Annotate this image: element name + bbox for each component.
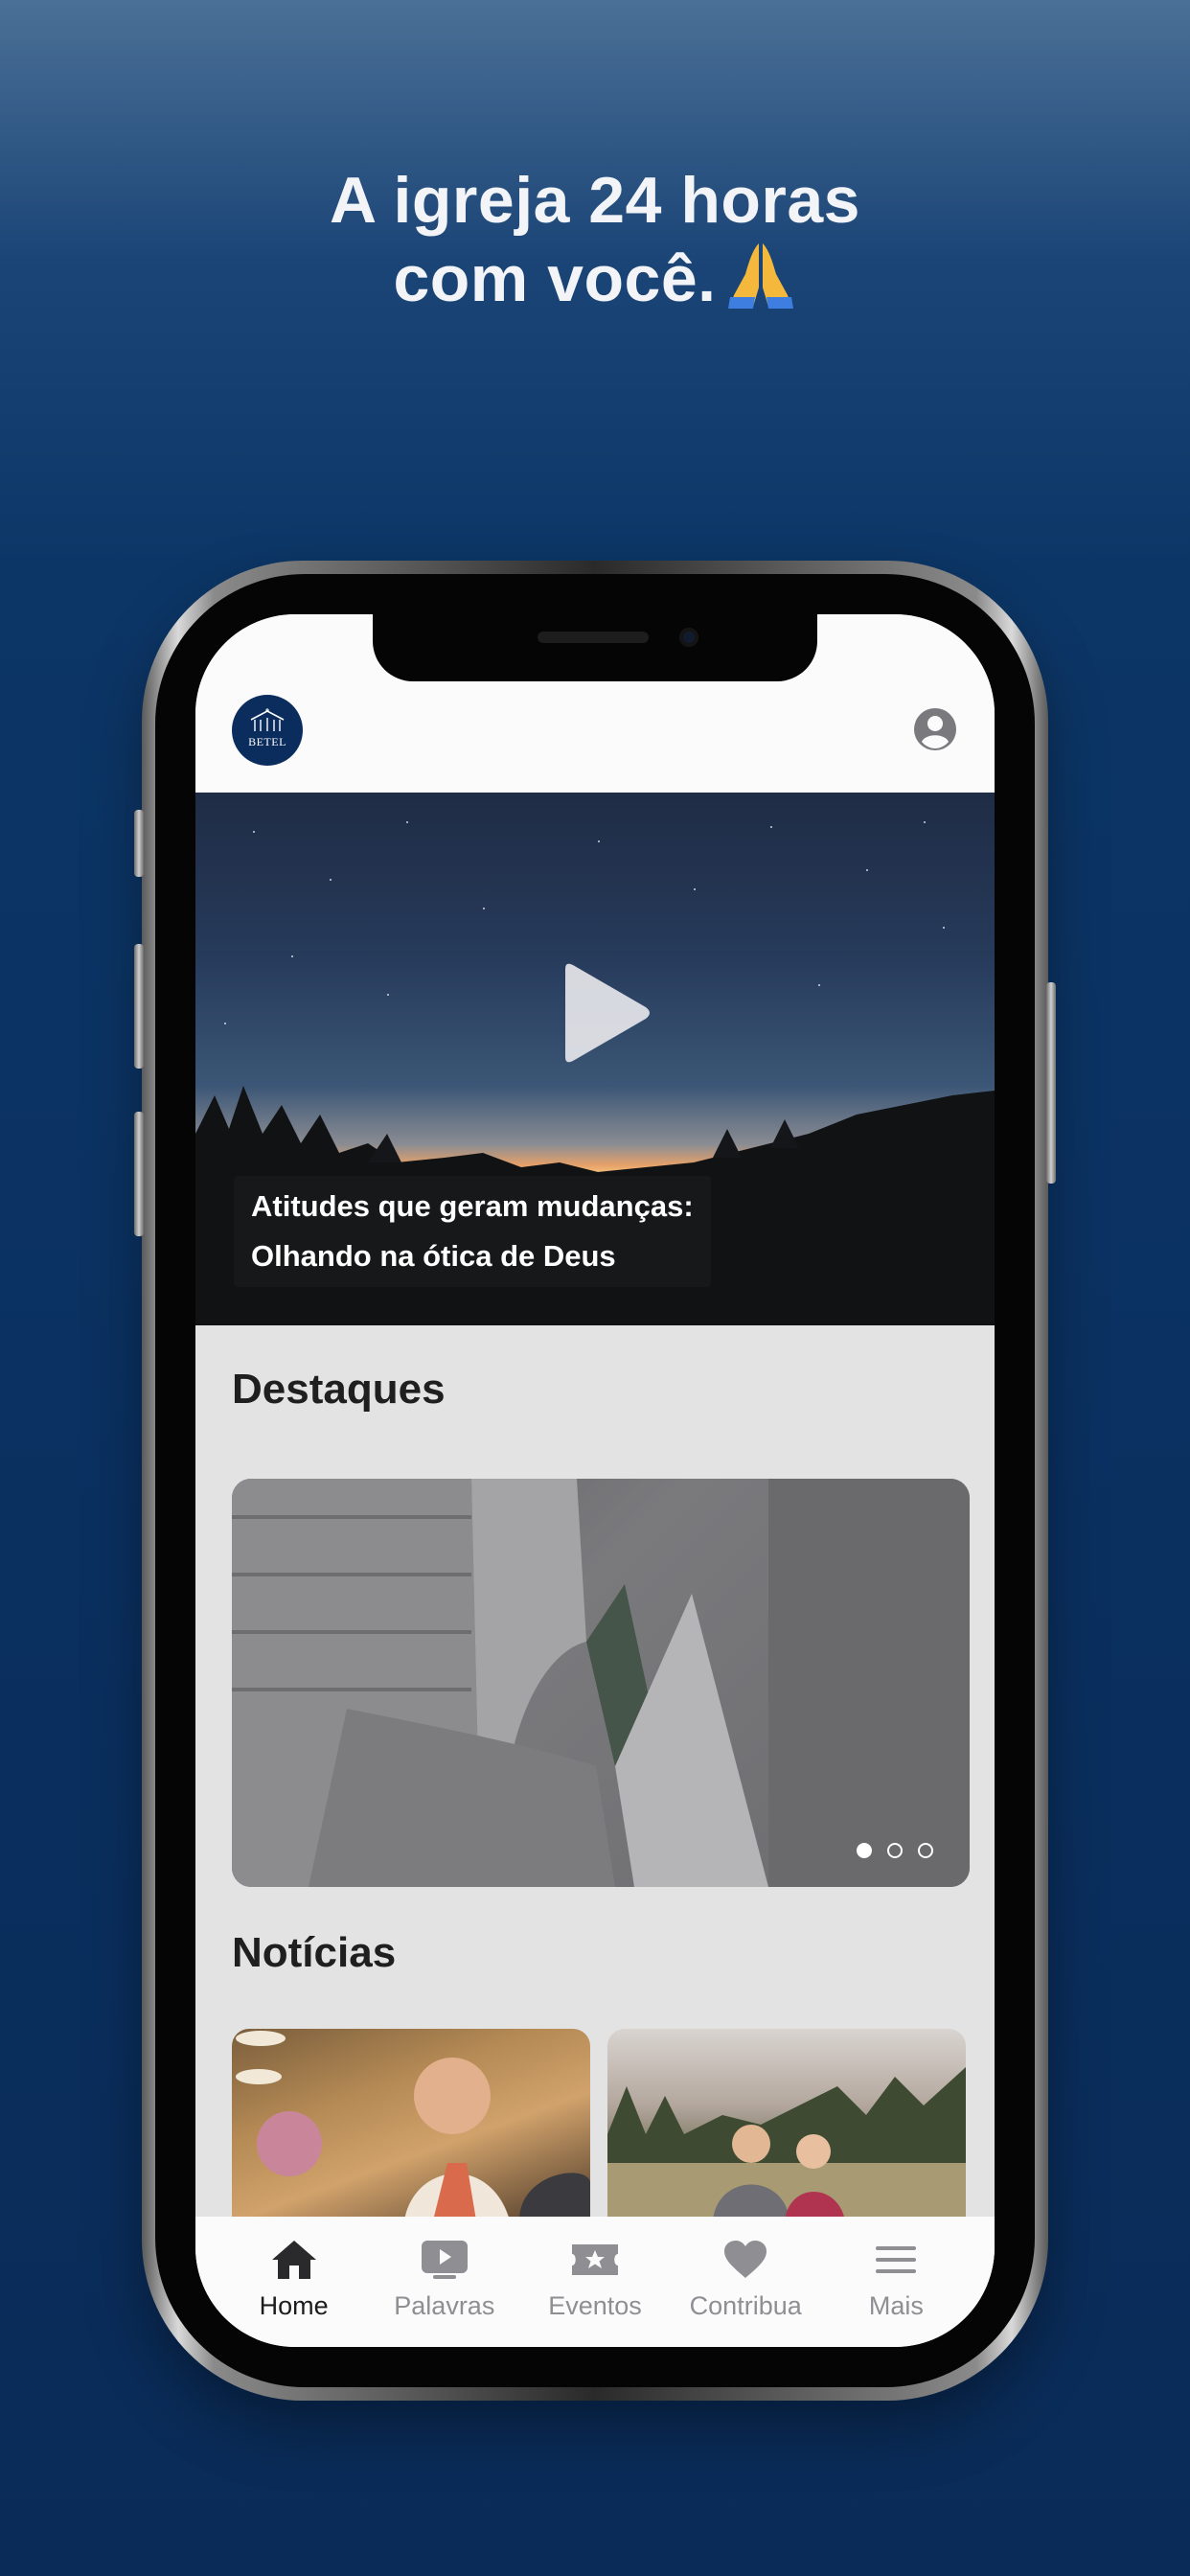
speaker xyxy=(538,632,649,643)
news-image-couple xyxy=(607,2067,966,2220)
hero-caption-line-1: Atitudes que geram mudanças: xyxy=(251,1189,694,1223)
tab-eventos-label: Eventos xyxy=(548,2291,642,2320)
tab-mais[interactable]: Mais xyxy=(821,2236,972,2347)
volume-down-button xyxy=(134,1112,144,1236)
home-icon xyxy=(271,2241,316,2279)
tab-palavras-label: Palavras xyxy=(394,2291,495,2320)
mute-switch xyxy=(134,810,144,877)
church-building-icon xyxy=(250,708,285,731)
news-card[interactable] xyxy=(607,2029,966,2220)
featured-carousel[interactable] xyxy=(232,1479,970,1887)
tab-home-label: Home xyxy=(259,2291,329,2320)
tab-mais-label: Mais xyxy=(868,2291,924,2320)
promo-headline: A igreja 24 horas com você. xyxy=(0,161,1190,318)
heart-icon xyxy=(724,2241,767,2278)
section-title-noticias: Notícias xyxy=(232,1929,397,1976)
hero-video[interactable]: Atitudes que geram mudanças: Olhando na … xyxy=(195,793,995,1325)
hero-caption: Atitudes que geram mudanças: Olhando na … xyxy=(234,1176,711,1287)
hero-caption-line-2: Olhando na ótica de Deus xyxy=(251,1239,616,1273)
power-button xyxy=(1046,982,1056,1184)
app-screen: BETEL Atitudes que geram mudanças: Olhan… xyxy=(195,614,995,2347)
phone-frame: BETEL Atitudes que geram mudanças: Olhan… xyxy=(134,561,1056,2401)
play-icon[interactable] xyxy=(558,961,653,1065)
tab-home[interactable]: Home xyxy=(218,2236,369,2347)
praying-hands-icon xyxy=(727,243,793,309)
tab-contribua[interactable]: Contribua xyxy=(671,2236,821,2347)
headline-line-1: A igreja 24 horas xyxy=(330,164,860,237)
section-title-destaques: Destaques xyxy=(232,1366,446,1413)
headline-line-2-text: com você. xyxy=(393,242,717,315)
video-icon xyxy=(421,2241,468,2279)
volume-up-button xyxy=(134,944,144,1069)
tab-bar: Home Palavras Eventos Contribua Mais xyxy=(195,2217,995,2347)
news-image-people xyxy=(236,2031,590,2220)
carousel-dot-2[interactable] xyxy=(887,1843,903,1858)
logo-text: BETEL xyxy=(248,735,286,748)
tab-eventos[interactable]: Eventos xyxy=(519,2236,670,2347)
carousel-indicator[interactable] xyxy=(857,1843,933,1858)
profile-icon[interactable] xyxy=(912,706,958,752)
tab-contribua-label: Contribua xyxy=(689,2291,802,2320)
carousel-dot-3[interactable] xyxy=(918,1843,933,1858)
featured-image xyxy=(232,1479,970,1887)
news-card[interactable] xyxy=(232,2029,590,2220)
front-camera xyxy=(679,628,698,647)
tab-palavras[interactable]: Palavras xyxy=(369,2236,519,2347)
church-logo[interactable]: BETEL xyxy=(232,695,303,766)
menu-icon xyxy=(876,2246,917,2273)
headline-line-2: com você. xyxy=(0,240,1190,318)
carousel-dot-1[interactable] xyxy=(857,1843,872,1858)
ticket-star-icon xyxy=(572,2244,618,2275)
notch xyxy=(373,614,817,681)
